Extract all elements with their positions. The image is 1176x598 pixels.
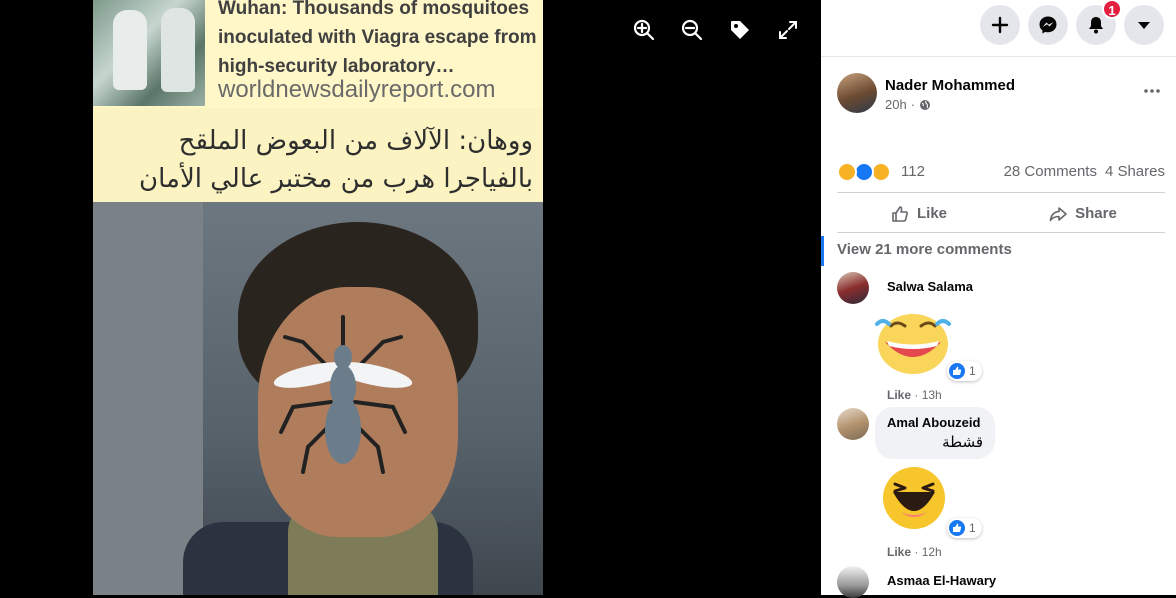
viewer-controls (630, 14, 802, 46)
bell-icon (1089, 17, 1103, 34)
commenter-avatar[interactable] (837, 272, 869, 304)
messenger-button[interactable] (1028, 5, 1068, 45)
comments-count[interactable]: 28 Comments (1004, 160, 1097, 184)
comment-time[interactable]: 13h (922, 388, 942, 402)
commenter-name[interactable]: Amal Abouzeid (887, 415, 980, 431)
share-label: Share (1075, 205, 1117, 222)
haha-reaction-icon (837, 162, 857, 182)
commenter-avatar[interactable] (837, 408, 869, 440)
comment-bubble: Amal Abouzeid قشطة (875, 407, 995, 459)
share-arrow-icon (1049, 207, 1067, 222)
thumbs-up-icon (892, 206, 908, 222)
account-menu-button[interactable] (1124, 5, 1164, 45)
author-avatar[interactable] (837, 73, 877, 113)
comment-reaction-badge[interactable]: 1 (947, 518, 982, 538)
commenter-avatar[interactable] (837, 566, 869, 598)
caret-down-icon (1138, 22, 1150, 29)
more-dots-icon (1144, 89, 1160, 93)
zoom-out-icon[interactable] (678, 14, 706, 46)
headline-title: Wuhan: Thousands of mosquitoes inoculate… (218, 0, 537, 77)
share-button[interactable]: Share (1001, 196, 1165, 232)
headline-thumbnail (93, 0, 205, 106)
plus-icon (991, 16, 1009, 34)
divider (837, 232, 1165, 233)
like-button[interactable]: Like (837, 196, 1001, 232)
shares-count[interactable]: 4 Shares (1105, 160, 1165, 184)
photo-viewer: Wuhan: Thousands of mosquitoes inoculate… (0, 0, 821, 595)
wow-reaction-icon (871, 162, 891, 182)
reaction-summary[interactable] (837, 162, 895, 182)
mosquito-icon (273, 315, 413, 474)
divider (837, 192, 1165, 193)
like-reaction-icon (854, 162, 874, 182)
commenter-name[interactable]: Salwa Salama (887, 279, 973, 295)
laughing-sticker-icon (883, 467, 945, 529)
arabic-caption: ووهان: الآلاف من البعوض الملقح بالفياجرا… (139, 126, 533, 194)
zoom-in-icon[interactable] (630, 14, 658, 46)
post-panel: 1 Nader Mohammed 20h · 112 28 Comments 4… (821, 0, 1176, 598)
comment-text: قشطة (942, 433, 983, 451)
post-meta: 20h · (885, 97, 931, 113)
like-reaction-icon (949, 363, 965, 379)
headline-site: worldnewsdailyreport.com (218, 76, 496, 103)
post-actions: Like Share (837, 196, 1165, 232)
post-time[interactable]: 20h (885, 97, 907, 113)
comment-time[interactable]: 12h (922, 545, 942, 559)
arabic-caption-band: ووهان: الآلاف من البعوض الملقح بالفياجرا… (93, 108, 543, 202)
messenger-icon (1039, 16, 1057, 34)
reaction-count[interactable]: 112 (901, 160, 925, 184)
more-options-button[interactable] (1137, 81, 1167, 101)
globe-icon (920, 100, 931, 110)
comment-reaction-count: 1 (969, 521, 976, 535)
headline-banner: Wuhan: Thousands of mosquitoes inoculate… (93, 0, 543, 108)
comment-reaction-badge[interactable]: 1 (947, 361, 982, 381)
comment-reaction-count: 1 (969, 364, 976, 378)
notification-badge: 1 (1102, 0, 1122, 19)
create-button[interactable] (980, 5, 1020, 45)
view-more-comments-link[interactable]: View 21 more comments (837, 240, 1012, 260)
post-stats: 112 28 Comments 4 Shares (837, 160, 1165, 184)
post-image[interactable]: Wuhan: Thousands of mosquitoes inoculate… (93, 0, 543, 595)
author-name[interactable]: Nader Mohammed (885, 76, 1015, 95)
tag-icon[interactable] (726, 14, 754, 46)
comment-like-link[interactable]: Like (887, 545, 911, 559)
like-label: Like (916, 205, 947, 222)
face-photo (93, 202, 543, 595)
comment-meta: Like · 12h (887, 545, 942, 559)
top-bar: 1 (821, 0, 1176, 57)
like-reaction-icon (949, 520, 965, 536)
comment-meta: Like · 13h (887, 388, 942, 402)
post-header: Nader Mohammed 20h · (837, 73, 1167, 117)
commenter-name[interactable]: Asmaa El-Hawary (887, 573, 996, 589)
notifications-button[interactable]: 1 (1076, 0, 1122, 45)
focus-indicator (821, 236, 824, 266)
fullscreen-icon[interactable] (774, 14, 802, 46)
laughing-sticker-icon (875, 314, 951, 374)
comment-like-link[interactable]: Like (887, 388, 911, 402)
